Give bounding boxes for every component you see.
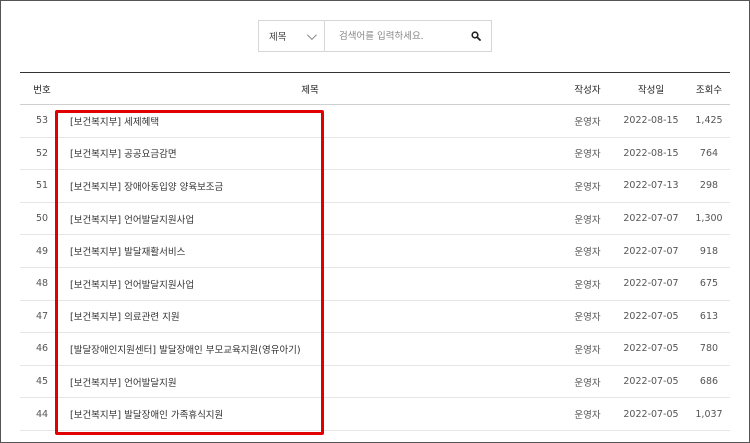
row-no: 47 [35,310,49,322]
row-title[interactable]: [보건복지부] 언어발달지원사업 [70,268,510,300]
search-filter-label: 제목 [269,32,287,43]
row-author: 운영자 [574,214,601,226]
row-author: 운영자 [574,149,601,161]
row-no: 52 [35,147,49,159]
post-title-link[interactable]: [보건복지부] 공공요금감면 [70,146,177,160]
chevron-down-icon [306,29,317,40]
row-views: 613 [699,310,719,322]
header-no: 번호 [33,84,51,96]
row-author: 운영자 [574,377,601,389]
row-views: 298 [699,180,719,192]
row-views: 780 [699,343,719,355]
row-no: 51 [35,180,49,192]
row-views: 1,425 [695,115,723,127]
post-title-link[interactable]: [보건복지부] 의료관련 지원 [70,309,180,323]
search-icon [471,31,481,41]
row-title[interactable]: [발달장애인지원센터] 발달장애인 부모교육지원(영유아기) [70,333,510,365]
row-views: 1,300 [695,213,723,225]
table-row[interactable]: 46 [발달장애인지원센터] 발달장애인 부모교육지원(영유아기) 운영자 2022-… [20,333,730,366]
search-filter-select[interactable]: 제목 [259,21,325,51]
row-no: 50 [35,213,49,225]
post-title-link[interactable]: [발달장애인지원센터] 발달장애인 부모교육지원(영유아기) [70,342,301,356]
table-header: 번호 제목 작성자 작성일 조회수 [20,72,730,105]
table-row[interactable]: 45 [보건복지부] 언어발달지원 운영자 2022-07-05 686 [20,366,730,399]
row-views: 1,037 [695,408,723,420]
row-title[interactable]: [보건복지부] 언어발달지원 [70,366,510,398]
table-body: 53 [보건복지부] 세제혜택 운영자 2022-08-15 1,425 52 [보건복지부… [20,105,730,431]
table-row[interactable]: 50 [보건복지부] 언어발달지원사업 운영자 2022-07-07 1,300 [20,203,730,236]
row-title[interactable]: [보건복지부] 장애아동입양 양육보조금 [70,170,510,202]
row-date: 2022-08-15 [623,147,679,159]
post-title-link[interactable]: [보건복지부] 언어발달지원 [70,375,177,389]
search-button[interactable] [461,21,491,51]
row-date: 2022-07-07 [623,213,679,225]
row-title[interactable]: [보건복지부] 언어발달지원사업 [70,203,510,235]
post-title-link[interactable]: [보건복지부] 장애아동입양 양육보조금 [70,179,223,193]
table-row[interactable]: 51 [보건복지부] 장애아동입양 양육보조금 운영자 2022-07-13 298 [20,170,730,203]
row-author: 운영자 [574,181,601,193]
search-bar: 제목 [258,20,492,52]
row-date: 2022-07-05 [623,343,679,355]
post-title-link[interactable]: [보건복지부] 발달재활서비스 [70,244,185,258]
row-date: 2022-07-07 [623,278,679,290]
row-no: 49 [35,245,49,257]
row-title[interactable]: [보건복지부] 공공요금감면 [70,138,510,170]
table-row[interactable]: 44 [보건복지부] 발달장애인 가족휴식지원 운영자 2022-07-05 1,037 [20,398,730,431]
table-row[interactable]: 52 [보건복지부] 공공요금감면 운영자 2022-08-15 764 [20,138,730,171]
table-row[interactable]: 49 [보건복지부] 발달재활서비스 운영자 2022-07-07 918 [20,235,730,268]
row-title[interactable]: [보건복지부] 발달장애인 가족휴식지원 [70,398,510,430]
row-no: 44 [35,408,49,420]
row-no: 48 [35,278,49,290]
row-date: 2022-07-07 [623,245,679,257]
header-date: 작성일 [637,84,665,96]
table-row[interactable]: 53 [보건복지부] 세제혜택 운영자 2022-08-15 1,425 [20,105,730,138]
row-title[interactable]: [보건복지부] 세제혜택 [70,105,510,137]
header-views: 조회수 [695,84,723,96]
board-table: 번호 제목 작성자 작성일 조회수 53 [보건복지부] 세제혜택 운영자 2022-… [20,72,730,431]
row-title[interactable]: [보건복지부] 발달재활서비스 [70,235,510,267]
row-date: 2022-07-05 [623,310,679,322]
row-author: 운영자 [574,247,601,259]
table-row[interactable]: 47 [보건복지부] 의료관련 지원 운영자 2022-07-05 613 [20,301,730,334]
header-author: 작성자 [574,84,601,96]
search-input[interactable] [325,21,461,51]
row-date: 2022-08-15 [623,115,679,127]
post-title-link[interactable]: [보건복지부] 언어발달지원사업 [70,212,194,226]
row-no: 46 [35,343,49,355]
row-no: 45 [35,376,49,388]
post-title-link[interactable]: [보건복지부] 세제혜택 [70,114,159,128]
row-title[interactable]: [보건복지부] 의료관련 지원 [70,301,510,333]
row-author: 운영자 [574,410,601,422]
post-title-link[interactable]: [보건복지부] 발달장애인 가족휴식지원 [70,407,223,421]
row-date: 2022-07-13 [623,180,679,192]
table-row[interactable]: 48 [보건복지부] 언어발달지원사업 운영자 2022-07-07 675 [20,268,730,301]
post-title-link[interactable]: [보건복지부] 언어발달지원사업 [70,277,194,291]
row-author: 운영자 [574,312,601,324]
row-views: 686 [699,376,719,388]
row-author: 운영자 [574,116,601,128]
row-no: 53 [35,115,49,127]
row-date: 2022-07-05 [623,376,679,388]
row-views: 764 [699,147,719,159]
row-views: 675 [699,278,719,290]
row-views: 918 [699,245,719,257]
row-date: 2022-07-05 [623,408,679,420]
row-author: 운영자 [574,279,601,291]
header-title: 제목 [301,84,319,96]
row-author: 운영자 [574,344,601,356]
